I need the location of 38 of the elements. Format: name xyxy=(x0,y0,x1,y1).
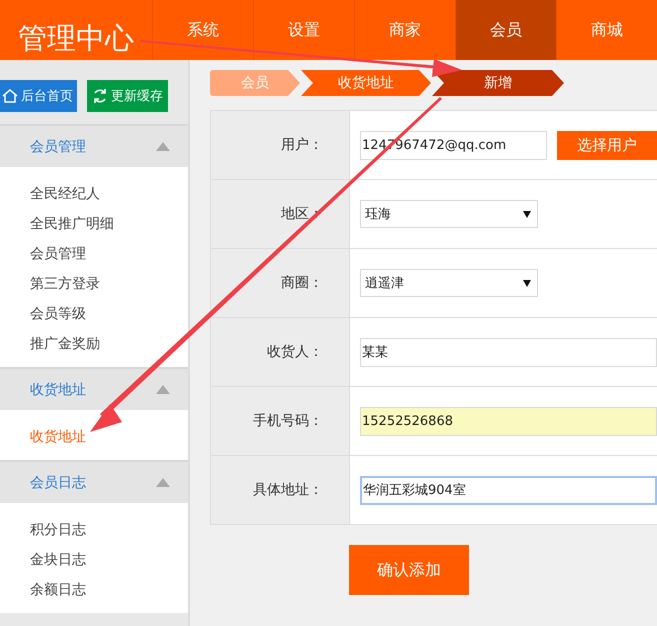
sidebar-item[interactable]: 推广金奖励 xyxy=(0,329,188,359)
select-user-button[interactable]: 选择用户 xyxy=(557,130,657,160)
nav-tab[interactable]: 会员 xyxy=(455,0,556,60)
caret-icon xyxy=(523,280,531,286)
sidebar-section-header[interactable]: 收货地址 xyxy=(0,369,188,410)
field-label: 收货人： xyxy=(267,343,323,361)
quick-button[interactable]: 后台首页 xyxy=(0,80,77,112)
sidebar-item[interactable]: 会员等级 xyxy=(0,299,188,329)
quick-button[interactable]: 更新缓存 xyxy=(87,80,168,112)
sidebar-item[interactable]: 全民推广明细 xyxy=(0,209,188,239)
field-label: 商圈： xyxy=(281,274,323,292)
breadcrumb-step[interactable]: 收货地址 xyxy=(301,70,431,96)
field-label: 手机号码： xyxy=(253,412,323,430)
breadcrumb-step[interactable]: 新增 xyxy=(432,70,564,96)
section-title: 会员日志 xyxy=(30,474,86,492)
section-title: 会员管理 xyxy=(30,138,86,156)
sidebar-item[interactable]: 第三方登录 xyxy=(0,269,188,299)
section-title: 收货地址 xyxy=(30,380,86,398)
refresh-icon xyxy=(92,88,108,104)
input-field[interactable]: 华润五彩城904室 xyxy=(360,476,657,504)
input-field[interactable]: 某某 xyxy=(360,338,657,366)
sidebar-section-header[interactable]: 会员管理 xyxy=(0,126,188,167)
dropdown-field[interactable]: 珏海 xyxy=(360,200,538,228)
sidebar-item[interactable]: 全民经纪人 xyxy=(0,179,188,209)
confirm-add-button[interactable]: 确认添加 xyxy=(349,545,469,595)
sidebar-item[interactable]: 金块日志 xyxy=(0,545,188,575)
dropdown-field[interactable]: 逍遥津 xyxy=(360,269,538,297)
field-label: 具体地址： xyxy=(253,481,323,499)
caret-icon xyxy=(523,210,531,218)
sidebar-item[interactable]: 会员管理 xyxy=(0,239,188,269)
sidebar-item[interactable]: 积分日志 xyxy=(0,515,188,545)
admin-title: 管理中心 xyxy=(18,20,134,56)
sidebar-section-header[interactable]: 会员日志 xyxy=(0,462,188,503)
field-label: 用户： xyxy=(281,136,323,154)
nav-tab[interactable]: 商城 xyxy=(556,0,657,60)
home-icon xyxy=(2,88,18,104)
sidebar-item[interactable]: 余额日志 xyxy=(0,575,188,605)
input-field[interactable]: 15252526868 xyxy=(360,406,657,436)
